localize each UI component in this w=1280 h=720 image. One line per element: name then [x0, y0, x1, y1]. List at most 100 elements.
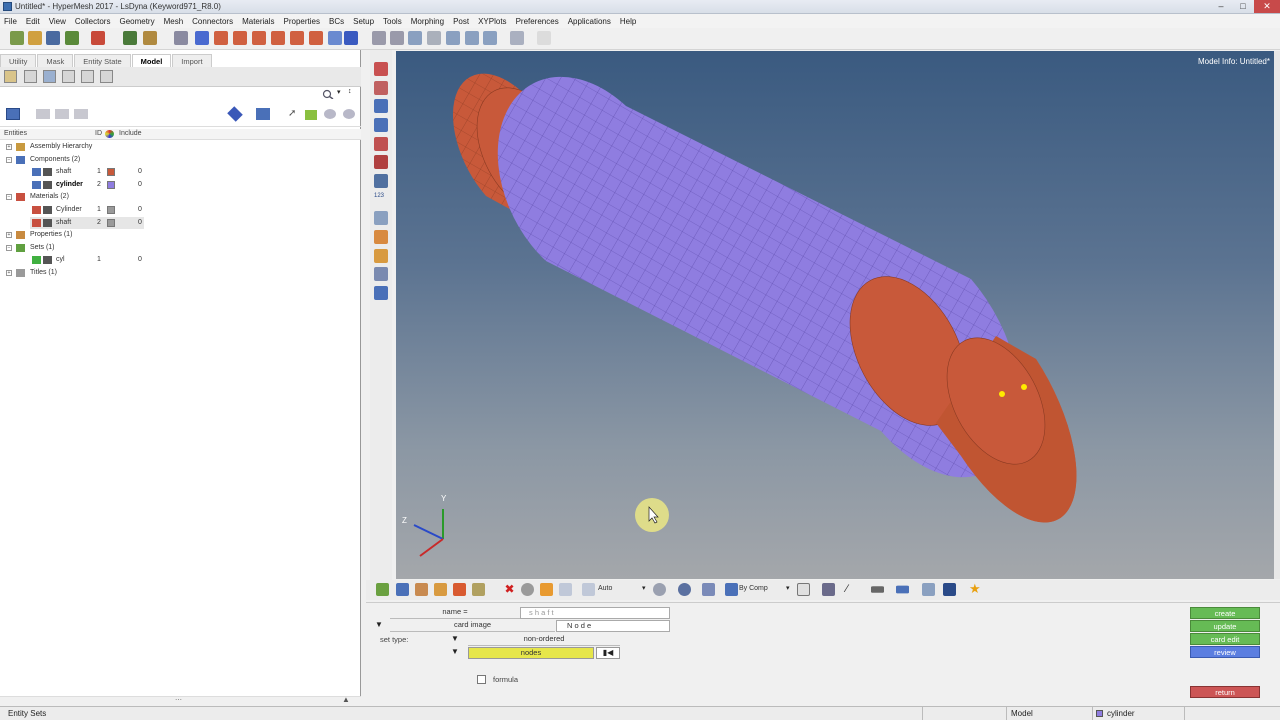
vt-icon-20[interactable] [922, 583, 935, 596]
update-button[interactable]: update [1190, 620, 1260, 632]
options-icon[interactable] [143, 31, 157, 45]
zoom-box-icon[interactable] [390, 31, 404, 45]
line-icon[interactable]: ∕ [846, 583, 859, 596]
tree-row[interactable]: + Titles (1) [0, 267, 361, 280]
browser-tool-icon-4[interactable] [62, 70, 75, 83]
menu-preferences[interactable]: Preferences [516, 17, 559, 26]
tree-row[interactable]: + Assembly Hierarchy [0, 141, 361, 154]
number-icon[interactable] [374, 137, 388, 151]
hide-icon[interactable] [374, 118, 388, 132]
tree-row[interactable]: − Materials (2) [0, 191, 361, 204]
view-cube-icon[interactable] [344, 31, 358, 45]
by-comp-dropdown-icon[interactable]: ▾ [786, 584, 790, 592]
fit-view-icon[interactable] [328, 31, 342, 45]
redo-icon[interactable] [537, 31, 551, 45]
menu-post[interactable]: Post [453, 17, 469, 26]
auto-dropdown-icon[interactable]: ▾ [642, 584, 646, 592]
vt-icon-3[interactable] [415, 583, 428, 596]
mask-icon[interactable] [374, 81, 388, 95]
vt-icon-1[interactable] [376, 583, 389, 596]
maximize-button[interactable]: □ [1232, 0, 1254, 13]
vt-icon-13[interactable] [678, 583, 691, 596]
close-button[interactable]: ✕ [1254, 0, 1280, 13]
view-z-icon[interactable] [252, 31, 266, 45]
plot-icon[interactable] [374, 267, 388, 281]
nodes-selector[interactable]: nodes [468, 647, 594, 659]
tab-import[interactable]: Import [172, 54, 212, 67]
expand-icon[interactable]: − [6, 156, 12, 163]
vt-icon-12[interactable] [653, 583, 666, 596]
menu-properties[interactable]: Properties [284, 17, 320, 26]
delete-icon[interactable]: ✖ [503, 583, 516, 596]
expand-icon[interactable]: + [6, 232, 12, 239]
card-image-dropdown-icon[interactable]: ▼ [368, 620, 390, 632]
tree-row[interactable]: cylinder 2 0 [0, 179, 361, 192]
return-button[interactable]: return [1190, 686, 1260, 698]
tab-model[interactable]: Model [131, 54, 172, 67]
create-button[interactable]: create [1190, 607, 1260, 619]
menu-view[interactable]: View [49, 17, 66, 26]
import-icon[interactable] [65, 31, 79, 45]
search-icon[interactable] [322, 89, 334, 99]
tab-entity-state[interactable]: Entity State [74, 54, 131, 67]
new-model-icon[interactable] [10, 31, 24, 45]
collapse-icon[interactable]: ↕ [348, 88, 352, 95]
menu-morphing[interactable]: Morphing [411, 17, 444, 26]
sphere-icon[interactable] [374, 155, 388, 169]
vt-icon-5[interactable] [453, 583, 466, 596]
vt-icon-2[interactable] [396, 583, 409, 596]
set-type-dropdown-icon[interactable]: ▼ [444, 634, 466, 646]
color-swatch[interactable] [107, 205, 115, 214]
view-x-icon[interactable] [214, 31, 228, 45]
tab-utility[interactable]: Utility [0, 54, 37, 67]
zoom-icon[interactable] [372, 31, 386, 45]
browser-icon-c[interactable] [74, 109, 88, 119]
tree-row[interactable]: − Components (2) [0, 154, 361, 167]
color-swatch[interactable] [107, 218, 115, 227]
card-image-input[interactable]: N o d e [556, 620, 670, 632]
wireframe-icon[interactable] [797, 583, 810, 596]
collector-icon[interactable] [374, 62, 388, 76]
pan-icon[interactable] [427, 31, 441, 45]
vt-icon-19[interactable] [896, 585, 909, 594]
find-icon[interactable] [174, 31, 188, 45]
rotate-left-icon[interactable] [195, 31, 209, 45]
isolate-icon[interactable] [256, 108, 270, 120]
label-abc-icon[interactable] [374, 230, 388, 244]
components-view-icon[interactable] [6, 108, 20, 120]
name-input[interactable]: s h a f t [520, 607, 670, 619]
menu-edit[interactable]: Edit [26, 17, 40, 26]
tree-row[interactable]: shaft 1 0 [0, 166, 361, 179]
view-y-icon[interactable] [233, 31, 247, 45]
menu-connectors[interactable]: Connectors [192, 17, 233, 26]
view-top-icon[interactable] [290, 31, 304, 45]
expand-icon[interactable]: − [6, 244, 12, 251]
browser-tool-icon-6[interactable] [100, 70, 113, 83]
scroll-up-icon[interactable]: ▲ [342, 695, 350, 704]
reset-selection-icon[interactable]: ▮◀ [596, 647, 620, 659]
plane-view-icon[interactable] [871, 586, 884, 593]
measure-icon[interactable] [374, 211, 388, 225]
vt-icon-14[interactable] [702, 583, 715, 596]
rotate-icon[interactable] [483, 31, 497, 45]
view-bottom-icon[interactable] [309, 31, 323, 45]
vt-icon-9[interactable] [540, 583, 553, 596]
open-model-icon[interactable] [28, 31, 42, 45]
set-type-value[interactable]: non-ordered [468, 634, 620, 646]
vertical-move-icon[interactable] [465, 31, 479, 45]
highlight-icon[interactable] [305, 110, 317, 120]
graphics-viewport[interactable]: Model Info: Untitled* Y Z [396, 51, 1274, 579]
expand-icon[interactable]: + [6, 269, 12, 276]
star-icon[interactable]: ★ [969, 582, 982, 596]
viewport-scrollbar[interactable] [1274, 51, 1280, 579]
plane-icon[interactable] [374, 286, 388, 300]
menu-mesh[interactable]: Mesh [164, 17, 184, 26]
display-elements-icon[interactable] [374, 99, 388, 113]
tools-icon[interactable] [374, 174, 388, 188]
minimize-button[interactable]: – [1210, 0, 1232, 13]
menu-geometry[interactable]: Geometry [119, 17, 154, 26]
vt-icon-6[interactable] [472, 583, 485, 596]
menu-applications[interactable]: Applications [568, 17, 611, 26]
browser-tool-icon-2[interactable] [24, 70, 37, 83]
tree-row[interactable]: Cylinder 1 0 [0, 204, 361, 217]
